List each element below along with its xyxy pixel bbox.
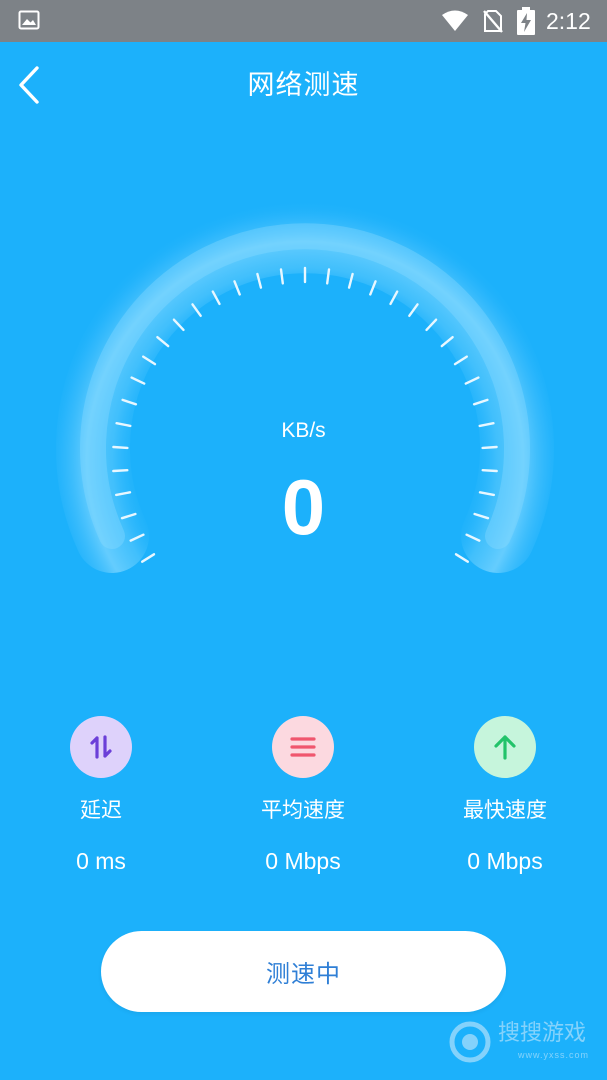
gauge-tick — [112, 445, 129, 450]
wifi-icon — [442, 10, 468, 31]
gauge-tick — [454, 553, 469, 563]
battery-charging-icon — [517, 7, 535, 35]
latency-stat: 延迟 0 ms — [0, 716, 202, 877]
average-speed-icon-badge — [272, 716, 334, 778]
page-title: 网络测速 — [247, 70, 360, 101]
gauge-tick — [481, 445, 498, 450]
average-speed-stat: 平均速度 0 Mbps — [202, 716, 404, 877]
latency-value: 0 ms — [76, 848, 126, 874]
max-speed-icon-badge — [474, 716, 536, 778]
max-speed-label: 最快速度 — [463, 798, 547, 822]
arrow-up-icon — [494, 735, 516, 760]
no-sim-icon — [483, 10, 503, 33]
speed-unit: KB/s — [281, 419, 326, 442]
menu-lines-icon — [290, 737, 316, 757]
up-down-arrows-icon — [90, 735, 112, 759]
latency-label: 延迟 — [80, 798, 122, 822]
gallery-icon — [18, 10, 40, 30]
watermark-logo-icon — [449, 1021, 491, 1063]
speed-value: 0 — [281, 463, 326, 551]
max-speed-stat: 最快速度 0 Mbps — [404, 716, 606, 877]
speed-test-button[interactable]: 测速中 — [101, 931, 506, 1012]
status-clock: 2:12 — [546, 8, 591, 34]
average-speed-value: 0 Mbps — [265, 848, 341, 874]
max-speed-value: 0 Mbps — [467, 848, 543, 874]
watermark-text: 搜搜游戏 — [498, 1021, 587, 1046]
average-speed-label: 平均速度 — [261, 798, 345, 822]
gauge-tick — [140, 553, 156, 563]
latency-icon-badge — [70, 716, 132, 778]
watermark: 搜搜游戏 www.yxss.com — [448, 1018, 598, 1068]
speed-test-button-label: 测速中 — [266, 960, 341, 988]
watermark-subtext: www.yxss.com — [518, 1050, 590, 1060]
status-bar: 2:12 — [0, 0, 607, 42]
